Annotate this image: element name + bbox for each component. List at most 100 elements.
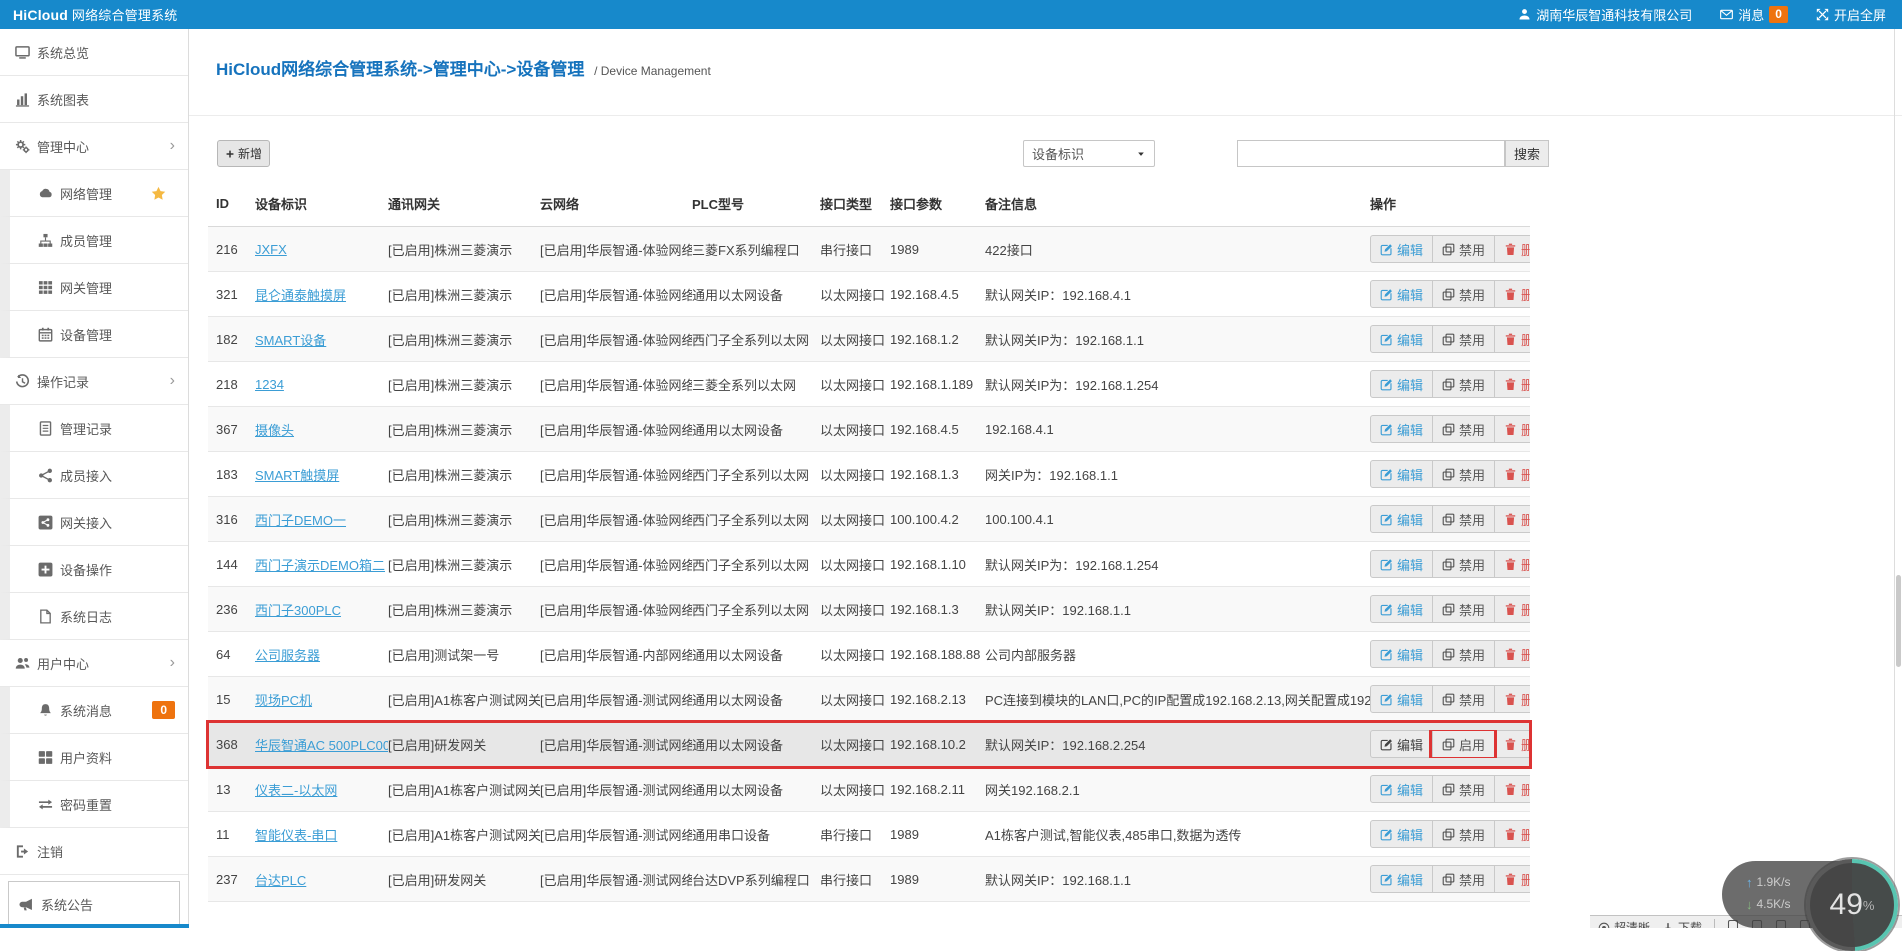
edit-button[interactable]: 编辑 bbox=[1371, 731, 1432, 757]
messages-button[interactable]: 消息 0 bbox=[1720, 5, 1788, 24]
device-name-link[interactable]: 智能仪表-串口 bbox=[255, 828, 337, 843]
table-row[interactable]: 237台达PLC[已启用]研发网关[已启用]华辰智通-测试网络台达DVP系列编程… bbox=[208, 857, 1530, 902]
filter-field-select[interactable]: 设备标识 bbox=[1023, 140, 1155, 167]
speed-gauge-circle[interactable]: 49 % bbox=[1806, 859, 1898, 951]
sidebar-item-device-mgmt[interactable]: 设备管理 bbox=[0, 311, 188, 358]
device-name-link[interactable]: 现场PC机 bbox=[255, 693, 312, 708]
edit-button[interactable]: 编辑 bbox=[1371, 416, 1432, 442]
edit-button[interactable]: 编辑 bbox=[1371, 686, 1432, 712]
sidebar-item-network-mgmt[interactable]: 网络管理 bbox=[0, 170, 188, 217]
disable-button[interactable]: 禁用 bbox=[1432, 236, 1494, 262]
device-name-link[interactable]: 摄像头 bbox=[255, 423, 294, 438]
sidebar-item-device-operations[interactable]: 设备操作 bbox=[0, 546, 188, 593]
search-button[interactable]: 搜索 bbox=[1505, 140, 1549, 167]
enable-button[interactable]: 启用 bbox=[1432, 731, 1494, 757]
device-name-link[interactable]: JXFX bbox=[255, 242, 287, 257]
edit-button[interactable]: 编辑 bbox=[1371, 506, 1432, 532]
edit-button[interactable]: 编辑 bbox=[1371, 326, 1432, 352]
edit-button[interactable]: 编辑 bbox=[1371, 641, 1432, 667]
edit-button[interactable]: 编辑 bbox=[1371, 596, 1432, 622]
edit-button[interactable]: 编辑 bbox=[1371, 371, 1432, 397]
table-row[interactable]: 316西门子DEMO一[已启用]株洲三菱演示[已启用]华辰智通-体验网络西门子全… bbox=[208, 497, 1530, 542]
table-row[interactable]: 64公司服务器[已启用]测试架一号[已启用]华辰智通-内部网络通用以太网设备以太… bbox=[208, 632, 1530, 677]
sidebar-item-system-announcement[interactable]: 系统公告 bbox=[8, 881, 180, 928]
sidebar-item-system-messages[interactable]: 系统消息0 bbox=[0, 687, 188, 734]
sidebar-item-password-reset[interactable]: 密码重置 bbox=[0, 781, 188, 828]
sidebar-item-gateway-access[interactable]: 网关接入 bbox=[0, 499, 188, 546]
edit-button[interactable]: 编辑 bbox=[1371, 866, 1432, 892]
table-row[interactable]: 236西门子300PLC[已启用]株洲三菱演示[已启用]华辰智通-体验网络西门子… bbox=[208, 587, 1530, 632]
sidebar-item-system-charts[interactable]: 系统图表 bbox=[0, 76, 188, 123]
disable-button[interactable]: 禁用 bbox=[1432, 866, 1494, 892]
edit-button[interactable]: 编辑 bbox=[1371, 821, 1432, 847]
scrollbar-thumb[interactable] bbox=[1896, 575, 1901, 667]
device-name-link[interactable]: 西门子DEMO一 bbox=[255, 513, 346, 528]
table-row[interactable]: 321昆仑通泰触摸屏[已启用]株洲三菱演示[已启用]华辰智通-体验网络通用以太网… bbox=[208, 272, 1530, 317]
device-name-link[interactable]: SMART设备 bbox=[255, 333, 326, 348]
delete-button[interactable]: 删除 bbox=[1494, 641, 1530, 667]
quality-button[interactable]: 超清晰 bbox=[1598, 919, 1650, 928]
device-name-link[interactable]: 西门子演示DEMO箱二 bbox=[255, 558, 385, 573]
sidebar-item-system-overview[interactable]: 系统总览 bbox=[0, 29, 188, 76]
delete-button[interactable]: 删除 bbox=[1494, 776, 1530, 802]
device-name-link[interactable]: 西门子300PLC bbox=[255, 603, 341, 618]
sidebar-item-logout[interactable]: 注销 bbox=[0, 828, 188, 875]
disable-button[interactable]: 禁用 bbox=[1432, 281, 1494, 307]
sidebar-item-gateway-mgmt[interactable]: 网关管理 bbox=[0, 264, 188, 311]
delete-button[interactable]: 删除 bbox=[1494, 686, 1530, 712]
device-name-link[interactable]: 华辰智通AC 500PLC001 bbox=[255, 738, 388, 753]
add-device-button[interactable]: 新增 bbox=[217, 140, 270, 167]
sidebar-item-admin-records[interactable]: 管理记录 bbox=[0, 405, 188, 452]
disable-button[interactable]: 禁用 bbox=[1432, 371, 1494, 397]
table-row[interactable]: 216JXFX[已启用]株洲三菱演示[已启用]华辰智通-体验网络三菱FX系列编程… bbox=[208, 227, 1530, 272]
table-row[interactable]: 367摄像头[已启用]株洲三菱演示[已启用]华辰智通-体验网络通用以太网设备以太… bbox=[208, 407, 1530, 452]
disable-button[interactable]: 禁用 bbox=[1432, 686, 1494, 712]
delete-button[interactable]: 删除 bbox=[1494, 371, 1530, 397]
sidebar-item-user-center[interactable]: 用户中心› bbox=[0, 640, 188, 687]
sidebar-item-member-mgmt[interactable]: 成员管理 bbox=[0, 217, 188, 264]
fullscreen-button[interactable]: 开启全屏 bbox=[1816, 5, 1886, 24]
delete-button[interactable]: 删除 bbox=[1494, 236, 1530, 262]
delete-button[interactable]: 删除 bbox=[1494, 596, 1530, 622]
sidebar-item-system-log[interactable]: 系统日志 bbox=[0, 593, 188, 640]
table-row[interactable]: 368华辰智通AC 500PLC001[已启用]研发网关[已启用]华辰智通-测试… bbox=[208, 722, 1530, 767]
table-row[interactable]: 2181234[已启用]株洲三菱演示[已启用]华辰智通-体验网络三菱全系列以太网… bbox=[208, 362, 1530, 407]
table-row[interactable]: 15现场PC机[已启用]A1栋客户测试网关[已启用]华辰智通-测试网络通用以太网… bbox=[208, 677, 1530, 722]
device-name-link[interactable]: 1234 bbox=[255, 377, 284, 392]
delete-button[interactable]: 删除 bbox=[1494, 281, 1530, 307]
table-row[interactable]: 11智能仪表-串口[已启用]A1栋客户测试网关[已启用]华辰智通-测试网络通用串… bbox=[208, 812, 1530, 857]
download-button[interactable]: 下载 bbox=[1662, 919, 1702, 928]
edit-button[interactable]: 编辑 bbox=[1371, 461, 1432, 487]
sidebar-item-operation-logs[interactable]: 操作记录› bbox=[0, 358, 188, 405]
disable-button[interactable]: 禁用 bbox=[1432, 416, 1494, 442]
disable-button[interactable]: 禁用 bbox=[1432, 641, 1494, 667]
device-name-link[interactable]: 台达PLC bbox=[255, 873, 306, 888]
edit-button[interactable]: 编辑 bbox=[1371, 236, 1432, 262]
disable-button[interactable]: 禁用 bbox=[1432, 821, 1494, 847]
table-row[interactable]: 144西门子演示DEMO箱二[已启用]株洲三菱演示[已启用]华辰智通-体验网络西… bbox=[208, 542, 1530, 587]
device-name-link[interactable]: 公司服务器 bbox=[255, 648, 320, 663]
delete-button[interactable]: 删除 bbox=[1494, 326, 1530, 352]
device-name-link[interactable]: 仪表二-以太网 bbox=[255, 783, 337, 798]
company-account[interactable]: 湖南华辰智通科技有限公司 bbox=[1518, 5, 1692, 24]
disable-button[interactable]: 禁用 bbox=[1432, 326, 1494, 352]
edit-button[interactable]: 编辑 bbox=[1371, 551, 1432, 577]
search-input[interactable] bbox=[1237, 140, 1505, 167]
delete-button[interactable]: 删除 bbox=[1494, 821, 1530, 847]
device-name-link[interactable]: SMART触摸屏 bbox=[255, 468, 339, 483]
delete-button[interactable]: 删除 bbox=[1494, 551, 1530, 577]
disable-button[interactable]: 禁用 bbox=[1432, 506, 1494, 532]
table-row[interactable]: 183SMART触摸屏[已启用]株洲三菱演示[已启用]华辰智通-体验网络西门子全… bbox=[208, 452, 1530, 497]
disable-button[interactable]: 禁用 bbox=[1432, 461, 1494, 487]
edit-button[interactable]: 编辑 bbox=[1371, 776, 1432, 802]
disable-button[interactable]: 禁用 bbox=[1432, 551, 1494, 577]
delete-button[interactable]: 删除 bbox=[1494, 506, 1530, 532]
delete-button[interactable]: 删除 bbox=[1494, 416, 1530, 442]
table-row[interactable]: 13仪表二-以太网[已启用]A1栋客户测试网关[已启用]华辰智通-测试网络通用以… bbox=[208, 767, 1530, 812]
delete-button[interactable]: 删除 bbox=[1494, 731, 1530, 757]
delete-button[interactable]: 删除 bbox=[1494, 461, 1530, 487]
delete-button[interactable]: 删除 bbox=[1494, 866, 1530, 892]
edit-button[interactable]: 编辑 bbox=[1371, 281, 1432, 307]
sidebar-item-user-profile[interactable]: 用户资料 bbox=[0, 734, 188, 781]
device-name-link[interactable]: 昆仑通泰触摸屏 bbox=[255, 288, 346, 303]
